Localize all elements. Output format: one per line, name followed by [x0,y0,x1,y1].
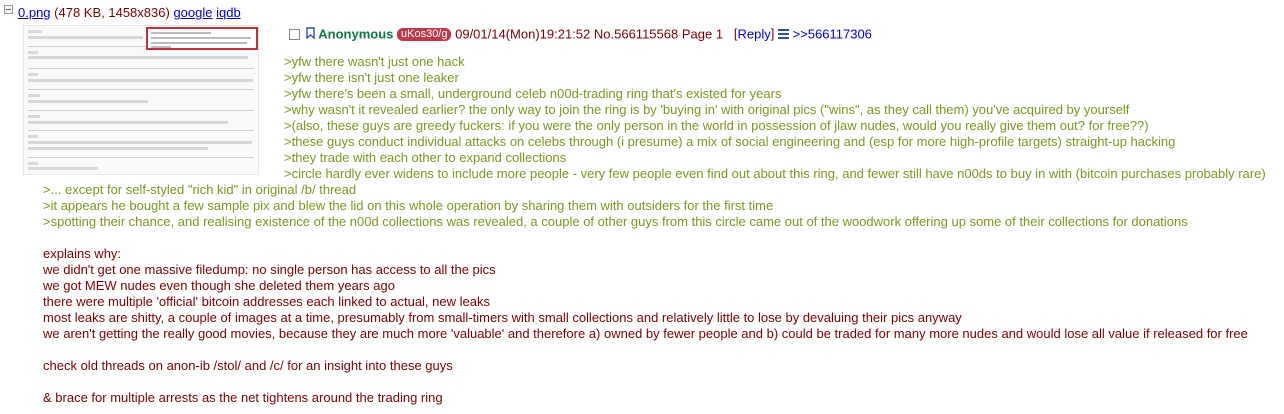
poster-id-badge[interactable]: uKos30/g [397,28,452,42]
post-line: >yfw there's been a small, underground c… [284,86,782,101]
post-line: >yfw there isn't just one leaker [284,70,459,85]
post-line: most leaks are shitty, a couple of image… [43,310,962,325]
post-line: >(also, these guys are greedy fuckers: i… [284,118,1149,133]
post-line: check old threads on anon-ib /stol/ and … [43,358,453,373]
post-line: we didn't get one massive filedump: no s… [43,262,496,277]
highlight-box [146,27,258,50]
post-header: Anonymous uKos30/g 09/01/14(Mon)19:21:52… [289,26,872,43]
post-line: >they trade with each other to expand co… [284,150,567,165]
post-line: >spotting their chance, and realising ex… [43,214,1188,229]
post-line: & brace for multiple arrests as the net … [43,390,443,405]
post-datetime: 09/01/14(Mon)19:21:52 [455,26,591,42]
iqdb-search-link[interactable]: iqdb [216,5,241,20]
post-select-checkbox[interactable] [289,29,300,41]
collapse-post-icon[interactable] [4,5,13,14]
reply-link[interactable]: Reply [738,27,771,42]
post-line: >why wasn't it revealed earlier? the onl… [284,102,1130,117]
post-page: Page 1 [681,26,724,42]
google-search-link[interactable]: google [173,5,212,20]
file-name-link[interactable]: 0.png [18,5,51,20]
post-line: we aren't getting the really good movies… [43,326,1248,341]
post-line: there were multiple 'official' bitcoin a… [43,294,490,309]
poster-name: Anonymous [318,26,394,42]
post-image-thumbnail[interactable] [23,25,259,175]
post-line: >it appears he bought a few sample pix a… [43,198,774,213]
post-line: explains why: [43,246,122,261]
menu-icon[interactable] [778,27,789,43]
file-meta: (478 KB, 1458x836) [54,5,170,20]
file-info: 0.png (478 KB, 1458x836) google iqdb [18,5,241,21]
post-line: >circle hardly ever widens to include mo… [284,166,1266,181]
post-number[interactable]: No.566115568 [594,27,678,42]
bookmark-icon[interactable] [305,26,315,43]
backlink[interactable]: >>566117306 [793,27,872,42]
post-line: >these guys conduct individual attacks o… [284,134,1176,149]
post-line: >yfw there wasn't just one hack [284,54,465,69]
post-line: >... except for self-styled "rich kid" i… [43,182,357,197]
post-line: we got MEW nudes even though she deleted… [43,278,395,293]
